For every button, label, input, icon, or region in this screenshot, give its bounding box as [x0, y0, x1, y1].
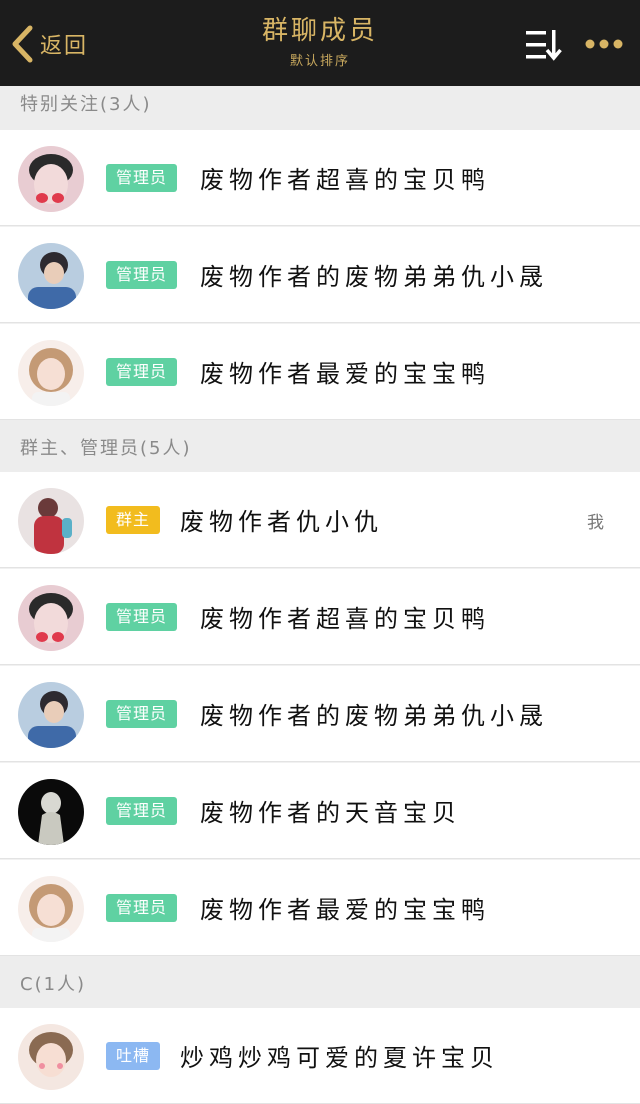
avatar — [18, 779, 84, 845]
member-name: 废物作者的废物弟弟仇小晟 — [200, 263, 548, 291]
member-name: 废物作者仇小仇 — [180, 508, 383, 536]
back-label: 返回 — [40, 34, 89, 59]
member-row[interactable]: 管理员 废物作者最爱的宝宝鸭 — [0, 860, 640, 956]
more-icon[interactable] — [584, 38, 624, 50]
self-tag: 我 — [587, 513, 604, 533]
member-row[interactable]: 群主 废物作者仇小仇 我 — [0, 472, 640, 568]
role-badge-owner: 群主 — [106, 506, 161, 534]
section-title: 特别关注(3人) — [20, 94, 152, 115]
role-badge-admin: 管理员 — [106, 797, 178, 825]
role-badge-admin: 管理员 — [106, 358, 178, 386]
role-badge-admin: 管理员 — [106, 894, 178, 922]
avatar — [18, 1024, 84, 1090]
member-row[interactable]: 管理员 废物作者最爱的宝宝鸭 — [0, 324, 640, 420]
role-badge-admin: 管理员 — [106, 261, 178, 289]
member-row[interactable]: 管理员 废物作者超喜的宝贝鸭 — [0, 569, 640, 665]
avatar — [18, 488, 84, 554]
member-row[interactable]: 吐槽 炒鸡炒鸡可爱的夏许宝贝 — [0, 1008, 640, 1104]
member-row[interactable]: 管理员 废物作者的废物弟弟仇小晟 — [0, 666, 640, 762]
member-name: 废物作者最爱的宝宝鸭 — [200, 896, 490, 924]
member-row[interactable]: 管理员 废物作者的废物弟弟仇小晟 — [0, 227, 640, 323]
role-badge-admin: 管理员 — [106, 164, 178, 192]
top-nav-bar: 返回 群聊成员 默认排序 — [0, 0, 640, 86]
avatar — [18, 243, 84, 309]
member-row[interactable]: 管理员 废物作者超喜的宝贝鸭 — [0, 130, 640, 226]
role-badge-admin: 管理员 — [106, 603, 178, 631]
member-name: 废物作者的废物弟弟仇小晟 — [200, 702, 548, 730]
section-title: C(1人) — [20, 974, 87, 995]
role-badge-admin: 管理员 — [106, 700, 178, 728]
member-name: 炒鸡炒鸡可爱的夏许宝贝 — [180, 1044, 499, 1072]
section-header-special: 特别关注(3人) — [0, 86, 640, 130]
title-block: 群聊成员 默认排序 — [170, 14, 470, 69]
section-title: 群主、管理员(5人) — [20, 438, 192, 459]
sort-icon[interactable] — [524, 28, 564, 62]
member-name: 废物作者超喜的宝贝鸭 — [200, 166, 490, 194]
avatar — [18, 682, 84, 748]
member-name: 废物作者超喜的宝贝鸭 — [200, 605, 490, 633]
avatar — [18, 146, 84, 212]
role-badge-roast: 吐槽 — [106, 1042, 161, 1070]
member-name: 废物作者最爱的宝宝鸭 — [200, 360, 490, 388]
member-row[interactable]: 管理员 废物作者的天音宝贝 — [0, 763, 640, 859]
section-header-admins: 群主、管理员(5人) — [0, 420, 640, 472]
avatar — [18, 876, 84, 942]
chevron-left-icon — [12, 25, 33, 63]
back-button[interactable]: 返回 — [10, 24, 88, 64]
sort-mode-subtitle[interactable]: 默认排序 — [170, 50, 470, 69]
avatar — [18, 340, 84, 406]
page-title: 群聊成员 — [261, 16, 378, 46]
section-header-c: C(1人) — [0, 956, 640, 1008]
avatar — [18, 585, 84, 651]
member-name: 废物作者的天音宝贝 — [200, 799, 461, 827]
